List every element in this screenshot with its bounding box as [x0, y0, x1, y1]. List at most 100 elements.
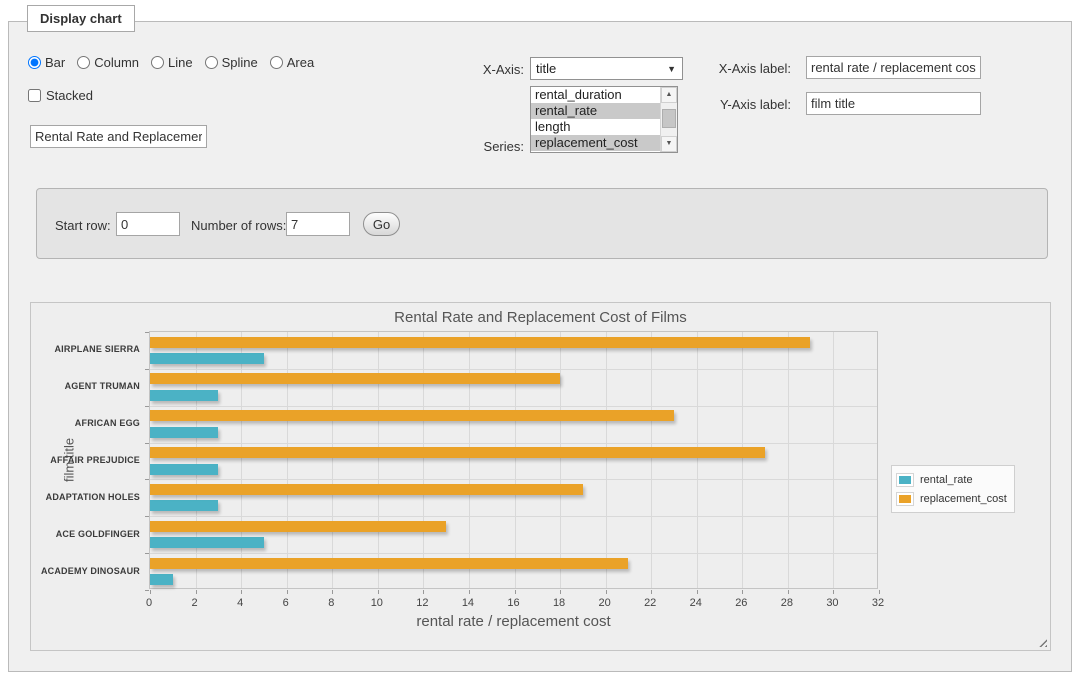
- x-tick-label: 4: [220, 597, 260, 609]
- num-rows-label: Number of rows:: [191, 218, 286, 233]
- scroll-down-icon[interactable]: ▼: [661, 136, 677, 152]
- stacked-label: Stacked: [46, 88, 93, 103]
- bar-rental_rate: [150, 353, 264, 364]
- chart-type-label: Column: [94, 55, 139, 70]
- chart-type-option-bar[interactable]: Bar: [28, 55, 65, 70]
- chart-type-label: Bar: [45, 55, 65, 70]
- chart-container: Rental Rate and Replacement Cost of Film…: [30, 302, 1051, 651]
- x-tick-label: 24: [676, 597, 716, 609]
- stacked-option[interactable]: Stacked: [28, 88, 93, 103]
- series-option-selected[interactable]: rental_rate: [531, 103, 677, 119]
- chart-type-option-column[interactable]: Column: [77, 55, 139, 70]
- y-gridline: [150, 406, 877, 407]
- start-row-input[interactable]: [116, 212, 180, 236]
- series-option[interactable]: rental_duration: [531, 87, 677, 103]
- x-gridline: [742, 332, 743, 588]
- bar-replacement_cost: [150, 447, 765, 458]
- y-tick-mark: [145, 332, 149, 333]
- x-tick-mark: [423, 590, 424, 594]
- x-tick-label: 10: [357, 597, 397, 609]
- series-listbox-label: Series:: [462, 139, 524, 154]
- y-axis-label-caption: Y-Axis label:: [713, 97, 791, 112]
- chart-type-radio-column[interactable]: [77, 56, 90, 69]
- x-gridline: [378, 332, 379, 588]
- x-tick-mark: [742, 590, 743, 594]
- y-category-label: AIRPLANE SIERRA: [31, 344, 140, 354]
- x-tick-mark: [332, 590, 333, 594]
- x-tick-mark: [560, 590, 561, 594]
- x-tick-mark: [241, 590, 242, 594]
- y-tick-mark: [145, 406, 149, 407]
- x-tick-label: 18: [539, 597, 579, 609]
- y-tick-mark: [145, 443, 149, 444]
- x-axis-select[interactable]: title ▼: [530, 57, 683, 80]
- bar-replacement_cost: [150, 521, 446, 532]
- bar-replacement_cost: [150, 337, 810, 348]
- chart-type-option-area[interactable]: Area: [270, 55, 314, 70]
- scrollbar-thumb[interactable]: [662, 109, 676, 128]
- x-gridline: [515, 332, 516, 588]
- x-tick-mark: [606, 590, 607, 594]
- legend-label: rental_rate: [913, 474, 973, 486]
- x-tick-mark: [879, 590, 880, 594]
- chart-type-radio-spline[interactable]: [205, 56, 218, 69]
- x-axis-label-input[interactable]: [806, 56, 981, 79]
- fieldset-legend: Display chart: [27, 5, 135, 32]
- y-tick-mark: [145, 590, 149, 591]
- series-option[interactable]: length: [531, 119, 677, 135]
- bar-rental_rate: [150, 574, 173, 585]
- go-button[interactable]: Go: [363, 212, 400, 236]
- chart-type-radio-area[interactable]: [270, 56, 283, 69]
- x-tick-label: 22: [630, 597, 670, 609]
- y-axis-label-input[interactable]: [806, 92, 981, 115]
- y-gridline: [150, 516, 877, 517]
- x-gridline: [196, 332, 197, 588]
- scroll-up-icon[interactable]: ▲: [661, 87, 677, 103]
- x-axis-select-value: title: [536, 61, 556, 76]
- num-rows-input[interactable]: [286, 212, 350, 236]
- x-tick-label: 30: [812, 597, 852, 609]
- x-tick-mark: [515, 590, 516, 594]
- x-axis-title: rental rate / replacement cost: [149, 613, 878, 630]
- x-gridline: [697, 332, 698, 588]
- x-tick-mark: [378, 590, 379, 594]
- x-gridline: [788, 332, 789, 588]
- stacked-checkbox[interactable]: [28, 89, 41, 102]
- x-axis-select-label: X-Axis:: [466, 62, 524, 77]
- x-tick-label: 14: [448, 597, 488, 609]
- chart-type-option-spline[interactable]: Spline: [205, 55, 258, 70]
- x-gridline: [560, 332, 561, 588]
- x-tick-mark: [196, 590, 197, 594]
- x-tick-label: 2: [175, 597, 215, 609]
- chart-legend: rental_ratereplacement_cost: [891, 465, 1015, 513]
- series-listbox[interactable]: rental_duration rental_rate length repla…: [530, 86, 678, 153]
- bar-rental_rate: [150, 500, 218, 511]
- y-category-labels: AIRPLANE SIERRAAGENT TRUMANAFRICAN EGGAF…: [31, 331, 144, 589]
- y-category-label: ACE GOLDFINGER: [31, 529, 140, 539]
- x-gridline: [606, 332, 607, 588]
- bar-rental_rate: [150, 537, 264, 548]
- x-gridline: [833, 332, 834, 588]
- x-tick-label: 26: [721, 597, 761, 609]
- x-tick-label: 32: [858, 597, 898, 609]
- bar-rental_rate: [150, 390, 218, 401]
- chart-type-option-line[interactable]: Line: [151, 55, 193, 70]
- y-gridline: [150, 443, 877, 444]
- series-option-selected[interactable]: replacement_cost: [531, 135, 677, 151]
- x-tick-label: 6: [266, 597, 306, 609]
- chart-type-radio-line[interactable]: [151, 56, 164, 69]
- chart-type-radio-bar[interactable]: [28, 56, 41, 69]
- x-tick-label: 20: [585, 597, 625, 609]
- chart-title-input[interactable]: [30, 125, 207, 148]
- start-row-label: Start row:: [55, 218, 111, 233]
- x-gridline: [332, 332, 333, 588]
- x-tick-label: 0: [129, 597, 169, 609]
- resize-grip-icon[interactable]: [1037, 637, 1047, 647]
- listbox-scrollbar[interactable]: ▲ ▼: [660, 87, 677, 152]
- y-tick-mark: [145, 479, 149, 480]
- chart-type-label: Line: [168, 55, 193, 70]
- chart-type-group: Bar Column Line Spline Area: [28, 55, 320, 70]
- x-gridline: [423, 332, 424, 588]
- y-gridline: [150, 479, 877, 480]
- legend-swatch: [897, 474, 913, 486]
